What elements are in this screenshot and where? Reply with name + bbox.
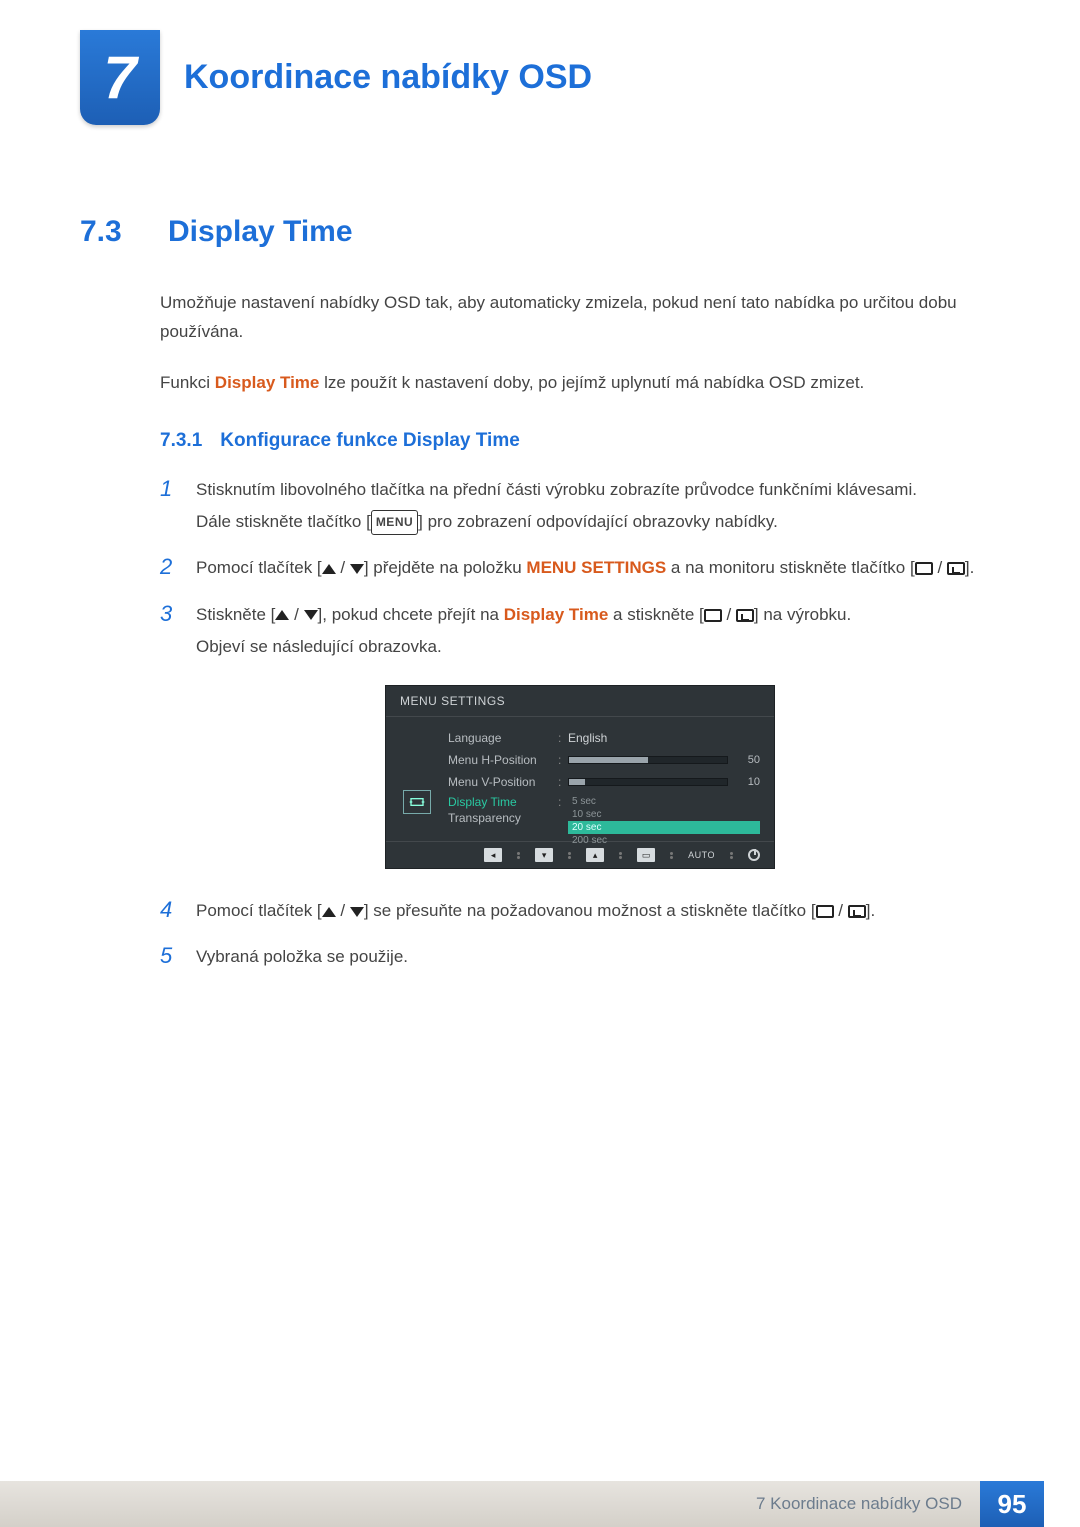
text: Funkci — [160, 373, 215, 392]
up-arrow-icon — [322, 564, 336, 574]
osd-nav-auto-label: AUTO — [688, 850, 715, 860]
source-icon — [915, 562, 933, 575]
step-text: ] přejděte na položku — [364, 558, 527, 577]
source-icon — [704, 609, 722, 622]
osd-label: Language — [448, 731, 558, 745]
step-number: 1 — [160, 474, 178, 505]
step-number: 5 — [160, 941, 178, 972]
keyword-menu-settings: MENU SETTINGS — [526, 558, 666, 577]
osd-slider — [568, 756, 728, 764]
osd-nav-back-icon: ◂ — [484, 848, 502, 862]
osd-row-vposition: Menu V-Position : 10 — [448, 771, 760, 793]
subsection-title: Konfigurace funkce Display Time — [220, 430, 520, 452]
step-text: a na monitoru stiskněte tlačítko [ — [666, 558, 915, 577]
step-2: 2 Pomocí tlačítek [ / ] přejděte na polo… — [160, 552, 1000, 584]
enter-icon — [736, 609, 754, 622]
osd-option: 5 sec — [568, 795, 760, 808]
step-text: Vybraná položka se použije. — [196, 947, 408, 966]
keyword-display-time: Display Time — [215, 373, 320, 392]
osd-label: Menu H-Position — [448, 753, 558, 767]
down-arrow-icon — [304, 610, 318, 620]
section-title: Display Time — [168, 215, 353, 249]
osd-value: English — [568, 731, 607, 745]
step-text: ]. — [965, 558, 974, 577]
osd-label: Transparency — [448, 811, 558, 825]
step-text: a stiskněte [ — [608, 605, 703, 624]
step-text: Stisknutím libovolného tlačítka na předn… — [196, 480, 917, 499]
osd-nav-dots — [516, 852, 521, 859]
step-text: ] pro zobrazení odpovídající obrazovky n… — [418, 512, 778, 531]
osd-nav-dots — [618, 852, 623, 859]
step-text: Dále stiskněte tlačítko [ — [196, 512, 371, 531]
osd-nav-dots — [669, 852, 674, 859]
text: lze použít k nastavení doby, po jejímž u… — [319, 373, 864, 392]
osd-label: Menu V-Position — [448, 775, 558, 789]
step-text: Stiskněte [ — [196, 605, 275, 624]
step-text: Pomocí tlačítek [ — [196, 901, 322, 920]
subsection-number: 7.3.1 — [160, 430, 202, 452]
section-heading: 7.3 Display Time — [80, 215, 1000, 249]
osd-label-active: Display Time — [448, 795, 558, 809]
step-text: Objeví se následující obrazovka. — [196, 637, 442, 656]
intro-paragraph-2: Funkci Display Time lze použít k nastave… — [160, 369, 1000, 398]
down-arrow-icon — [350, 564, 364, 574]
osd-value: 10 — [736, 776, 760, 788]
osd-title: MENU SETTINGS — [386, 686, 774, 717]
enter-icon — [848, 905, 866, 918]
step-3: 3 Stiskněte [ / ], pokud chcete přejít n… — [160, 599, 1000, 664]
source-icon — [816, 905, 834, 918]
osd-slider — [568, 778, 728, 786]
step-number: 2 — [160, 552, 178, 583]
osd-row-hposition: Menu H-Position : 50 — [448, 749, 760, 771]
menu-button-icon: MENU — [371, 510, 418, 535]
step-4: 4 Pomocí tlačítek [ / ] se přesuňte na p… — [160, 895, 1000, 927]
step-number: 4 — [160, 895, 178, 926]
osd-nav-enter-icon: ▭ — [637, 848, 655, 862]
osd-nav-power-icon — [748, 849, 760, 861]
osd-value: 50 — [736, 754, 760, 766]
osd-menu-screenshot: MENU SETTINGS Language : English Menu H-… — [385, 685, 775, 869]
down-arrow-icon — [350, 907, 364, 917]
page-footer: 7 Koordinace nabídky OSD 95 — [0, 1481, 1080, 1527]
osd-nav-up-icon: ▴ — [586, 848, 604, 862]
step-text: Pomocí tlačítek [ — [196, 558, 322, 577]
osd-nav-down-icon: ▾ — [535, 848, 553, 862]
intro-paragraph-1: Umožňuje nastavení nabídky OSD tak, aby … — [160, 289, 1000, 347]
footer-chapter-label: 7 Koordinace nabídky OSD — [756, 1494, 962, 1514]
section-number: 7.3 — [80, 215, 138, 249]
osd-category-icon — [403, 790, 431, 814]
subsection-heading: 7.3.1 Konfigurace funkce Display Time — [160, 430, 1000, 452]
up-arrow-icon — [322, 907, 336, 917]
step-number: 3 — [160, 599, 178, 630]
osd-option: 200 sec — [568, 834, 760, 847]
osd-nav-dots — [567, 852, 572, 859]
osd-options-list: 5 sec 10 sec 20 sec 200 sec — [568, 795, 760, 847]
step-text: ]. — [866, 901, 875, 920]
chapter-header: 7 Koordinace nabídky OSD — [80, 30, 1000, 125]
steps-list: 1 Stisknutím libovolného tlačítka na pře… — [160, 474, 1000, 974]
osd-nav-dots — [729, 852, 734, 859]
step-text: ] na výrobku. — [754, 605, 851, 624]
footer-page-number: 95 — [980, 1481, 1044, 1527]
step-text: ], pokud chcete přejít na — [318, 605, 504, 624]
up-arrow-icon — [275, 610, 289, 620]
osd-option-highlighted: 20 sec — [568, 821, 760, 834]
osd-option: 10 sec — [568, 808, 760, 821]
chapter-number-tab: 7 — [80, 30, 160, 125]
chapter-title: Koordinace nabídky OSD — [184, 58, 592, 97]
step-5: 5 Vybraná položka se použije. — [160, 941, 1000, 973]
keyword-display-time: Display Time — [504, 605, 609, 624]
step-text: ] se přesuňte na požadovanou možnost a s… — [364, 901, 816, 920]
osd-row-language: Language : English — [448, 727, 760, 749]
step-1: 1 Stisknutím libovolného tlačítka na pře… — [160, 474, 1000, 539]
enter-icon — [947, 562, 965, 575]
